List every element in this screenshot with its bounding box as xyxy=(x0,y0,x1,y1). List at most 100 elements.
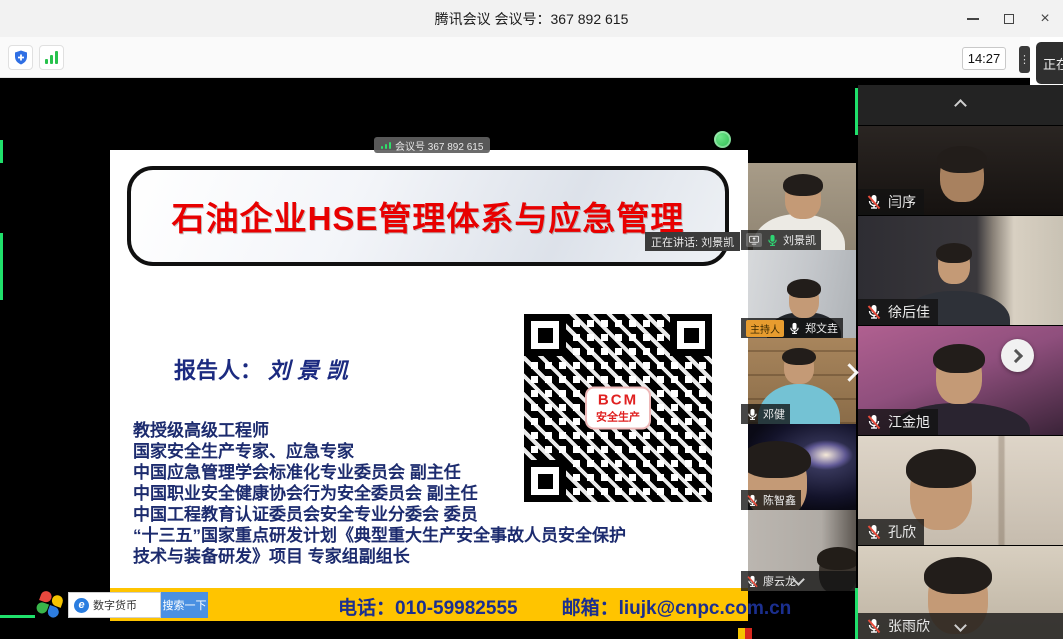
share-border-segment xyxy=(0,140,3,163)
mic-muted-icon xyxy=(866,194,882,210)
tencent-meeting-window: 腾讯会议 会议号：367 892 615 × 14:27 ⋮ 正在 xyxy=(0,0,1063,639)
participant-name: 郑文垚 xyxy=(805,320,838,336)
meeting-stage: 会议号 367 892 615 正在讲话: 刘景凯 石油企业HSE管理体系与应急… xyxy=(0,78,1063,639)
participant-name: 孔欣 xyxy=(888,522,916,542)
minimize-button[interactable] xyxy=(955,0,991,37)
participant-name: 刘景凯 xyxy=(783,232,816,248)
chevron-right-icon xyxy=(1008,348,1022,362)
avatar xyxy=(784,350,814,384)
video-tile[interactable]: 江金旭 xyxy=(858,325,1063,435)
credential-line: 技术与装备研发》项目 专家组副组长 xyxy=(133,546,745,567)
share-border-segment xyxy=(0,233,3,300)
mic-muted-icon xyxy=(746,494,759,507)
participant-label: 徐后佳 xyxy=(858,299,938,325)
mic-muted-icon xyxy=(866,414,882,430)
share-border-segment xyxy=(855,88,858,135)
close-button[interactable]: × xyxy=(1027,0,1063,37)
phone-label: 电话： xyxy=(338,598,395,619)
qr-finder-icon xyxy=(670,314,712,356)
speaking-tooltip: 正在讲话: 刘景凯 xyxy=(645,232,740,251)
slide-title-box: 石油企业HSE管理体系与应急管理 xyxy=(127,166,729,266)
video-tile[interactable]: 张雨欣 xyxy=(858,545,1063,639)
participant-name: 廖云龙 xyxy=(763,573,796,589)
avatar xyxy=(936,348,982,404)
meeting-timer: 14:27 xyxy=(962,47,1006,70)
participant-label: 主持人 郑文垚 xyxy=(741,318,843,338)
meeting-id-text: 会议号 367 892 615 xyxy=(395,138,483,153)
browser-e-icon: e xyxy=(74,598,89,613)
video-tile[interactable]: 徐后佳 xyxy=(858,215,1063,325)
participant-name: 闫序 xyxy=(888,192,916,212)
video-tile[interactable]: 陈智鑫 xyxy=(741,424,856,510)
participant-name: 江金旭 xyxy=(888,412,930,432)
signal-icon xyxy=(45,51,58,64)
participant-label: 邓健 xyxy=(741,404,790,424)
search-input[interactable]: e 数字货币 xyxy=(68,592,161,618)
security-shield-button[interactable] xyxy=(8,45,33,70)
status-popup[interactable]: 正在 xyxy=(1036,42,1063,84)
credential-line: 中国工程教育认证委员会安全专业分委会 委员 xyxy=(133,504,745,525)
participant-name: 陈智鑫 xyxy=(763,492,796,508)
mini-flag-icon xyxy=(738,628,752,639)
presenter-label: 报告人： xyxy=(174,358,262,383)
mic-muted-icon xyxy=(866,304,882,320)
qr-center-label: BCM 安全生产 xyxy=(585,387,651,430)
slide-title: 石油企业HSE管理体系与应急管理 xyxy=(172,192,685,240)
video-tile[interactable]: 主持人 郑文垚 xyxy=(741,250,856,338)
participant-label: 闫序 xyxy=(858,189,924,215)
more-menu-button[interactable]: ⋮ xyxy=(1019,46,1030,73)
meeting-toolbar: 14:27 ⋮ xyxy=(0,37,1063,78)
maximize-icon xyxy=(1004,14,1014,24)
mic-on-icon xyxy=(746,408,759,421)
window-title: 腾讯会议 会议号：367 892 615 xyxy=(435,9,629,29)
scroll-up-strip[interactable] xyxy=(858,85,1063,125)
presenter-name: 刘景凯 xyxy=(268,358,355,383)
video-tile[interactable]: 廖云龙 xyxy=(741,510,856,591)
avatar xyxy=(785,177,821,219)
participant-name: 邓健 xyxy=(763,406,785,422)
share-border-segment xyxy=(0,615,35,618)
mic-on-icon xyxy=(766,234,779,247)
shared-slide: 石油企业HSE管理体系与应急管理 报告人：刘景凯 教授级高级工程师 国家安全生产… xyxy=(110,150,748,621)
avatar xyxy=(938,246,970,284)
avatar xyxy=(789,282,819,318)
presenter-line: 报告人：刘景凯 xyxy=(174,353,355,385)
qr-code: BCM 安全生产 xyxy=(520,310,716,506)
share-border-segment xyxy=(855,588,858,639)
phone-number: 010-59982555 xyxy=(395,598,518,619)
mic-muted-icon xyxy=(746,575,759,588)
email-label: 邮箱： xyxy=(562,598,619,619)
search-button[interactable]: 搜索一下 xyxy=(161,592,208,618)
video-tile[interactable]: 刘景凯 xyxy=(741,163,856,250)
video-tile[interactable]: 邓健 xyxy=(741,338,856,424)
screen-share-icon xyxy=(746,233,762,247)
contact-info: 电话：010-59982555邮箱：liujk@cnpc.com.cn xyxy=(338,593,791,620)
pinwheel-logo xyxy=(35,590,66,621)
meeting-id-pill[interactable]: 会议号 367 892 615 xyxy=(374,137,490,153)
participant-label: 刘景凯 xyxy=(741,230,821,250)
video-tile[interactable]: 闫序 xyxy=(858,125,1063,215)
qr-finder-icon xyxy=(524,460,566,502)
maximize-button[interactable] xyxy=(991,0,1027,37)
video-tile[interactable]: 孔欣 xyxy=(858,435,1063,545)
mic-muted-icon xyxy=(866,524,882,540)
participant-label: 孔欣 xyxy=(858,519,924,545)
qr-label-line1: BCM xyxy=(596,392,640,409)
chevron-up-icon xyxy=(954,99,967,112)
desktop-search-bar: e 数字货币 搜索一下 xyxy=(68,592,208,618)
qr-label-line2: 安全生产 xyxy=(596,409,640,425)
close-icon: × xyxy=(1040,11,1049,27)
participant-name: 张雨欣 xyxy=(888,616,930,636)
participant-name: 徐后佳 xyxy=(888,302,930,322)
shield-plus-icon xyxy=(13,49,29,66)
credential-line: “十三五”国家重点研发计划《典型重大生产安全事故人员安全保护 xyxy=(133,525,745,546)
participant-label: 江金旭 xyxy=(858,409,938,435)
avatar xyxy=(940,150,984,202)
green-status-icon[interactable] xyxy=(714,131,731,148)
window-controls: × xyxy=(955,0,1063,37)
search-query: 数字货币 xyxy=(93,597,137,613)
network-status-button[interactable] xyxy=(39,45,64,70)
host-badge: 主持人 xyxy=(746,320,784,337)
minimize-icon xyxy=(967,18,979,20)
next-page-button[interactable] xyxy=(1001,339,1034,372)
